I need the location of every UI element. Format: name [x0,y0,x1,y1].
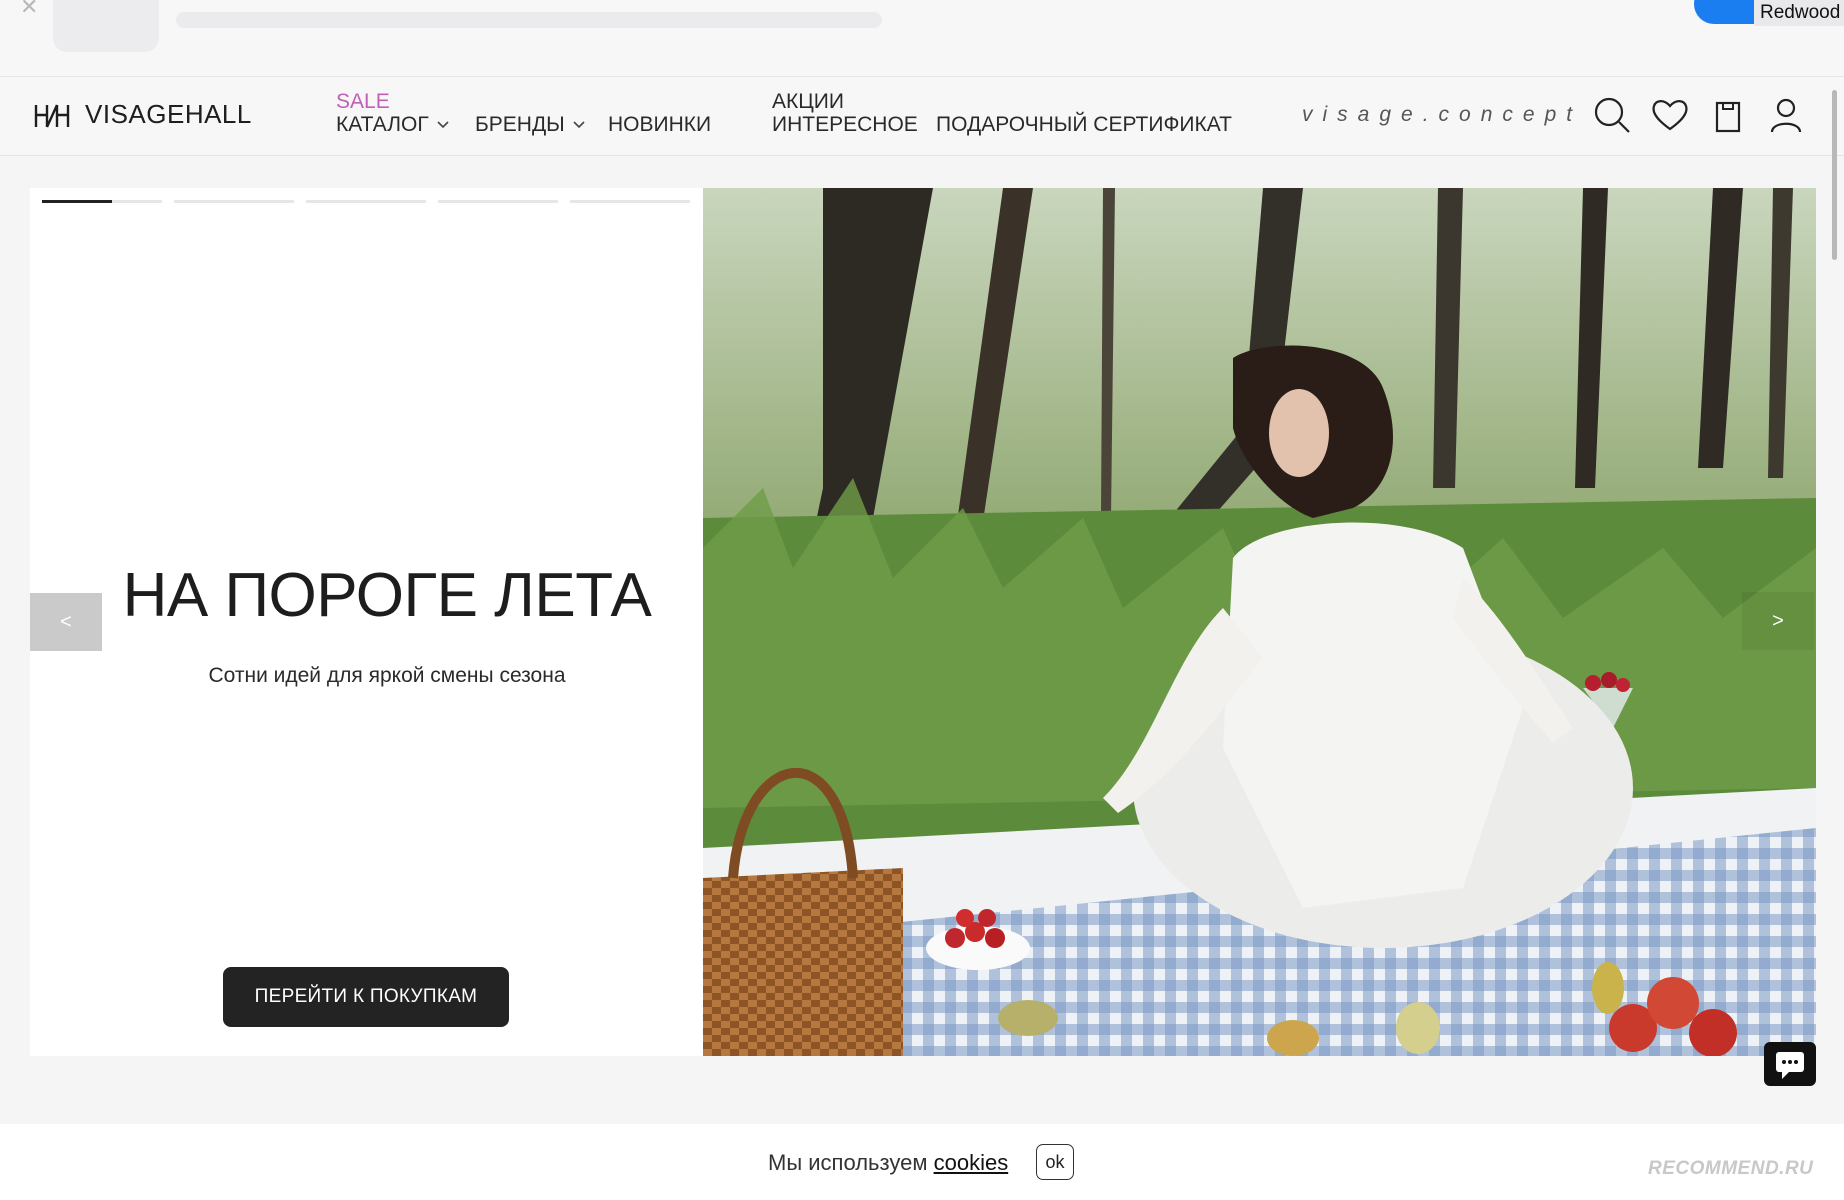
cookies-link[interactable]: cookies [934,1150,1009,1175]
nav-brands[interactable]: БРЕНДЫ [475,113,585,137]
hero-subtitle: Сотни идей для яркой смены сезона [208,664,566,687]
slide-progress [42,200,690,203]
nav-catalog[interactable]: КАТАЛОГ [336,113,449,137]
brand-name: VISAGEHALL [85,99,252,129]
cookie-banner: Мы используем cookies ok [0,1124,1844,1200]
nav-brands-label: БРЕНДЫ [475,113,565,136]
chevron-down-icon [573,121,585,129]
cookie-ok-button[interactable]: ok [1036,1144,1074,1180]
tab-thumbnail[interactable] [53,0,159,52]
site-header: VISAGEHALL SALE КАТАЛОГ БРЕНДЫ НОВИНКИ А… [0,77,1844,156]
close-icon[interactable]: ✕ [20,0,38,20]
slide-indicator[interactable] [438,200,558,203]
brand-logo[interactable]: VISAGEHALL [33,99,252,130]
cookie-message: Мы используем [768,1150,928,1175]
watermark: RECOMMEND.RU [1648,1158,1814,1179]
nav-promos[interactable]: АКЦИИ [772,90,844,114]
slide-indicator[interactable] [174,200,294,203]
hero-image [703,188,1816,1056]
search-icon[interactable] [1592,95,1632,135]
concept-link[interactable]: visage.concept [1302,103,1582,127]
next-slide-button[interactable]: > [1742,592,1814,650]
shop-now-button[interactable]: ПЕРЕЙТИ К ПОКУПКАМ [223,967,509,1027]
address-bar[interactable] [176,12,882,28]
slide-indicator[interactable] [42,200,162,203]
browser-badge: Redwood [1754,0,1844,26]
cookie-text: Мы используем cookies [768,1150,1008,1176]
logo-icon [34,104,70,127]
prev-slide-button[interactable]: < [30,593,102,651]
nav-gift-card[interactable]: ПОДАРОЧНЫЙ СЕРТИФИКАТ [936,113,1232,137]
slide-indicator[interactable] [306,200,426,203]
cart-icon[interactable] [1708,95,1748,135]
heart-icon[interactable] [1650,95,1690,135]
nav-sale[interactable]: SALE [336,90,390,114]
chat-icon [1776,1052,1804,1079]
nav-news[interactable]: НОВИНКИ [608,113,711,137]
picnic-photo [703,188,1816,1056]
nav-catalog-label: КАТАЛОГ [336,113,429,136]
hero-title: НА ПОРОГЕ ЛЕТА [122,561,652,630]
chevron-down-icon [437,121,449,129]
scrollbar[interactable] [1832,90,1837,260]
chat-button[interactable] [1764,1042,1816,1086]
user-icon[interactable] [1766,95,1806,135]
hero-carousel: НА ПОРОГЕ ЛЕТА Сотни идей для яркой смен… [30,188,1816,1056]
browser-top-bar: ✕ Redwood [0,0,1844,77]
slide-indicator[interactable] [570,200,690,203]
nav-interesting[interactable]: ИНТЕРЕСНОЕ [772,113,918,137]
